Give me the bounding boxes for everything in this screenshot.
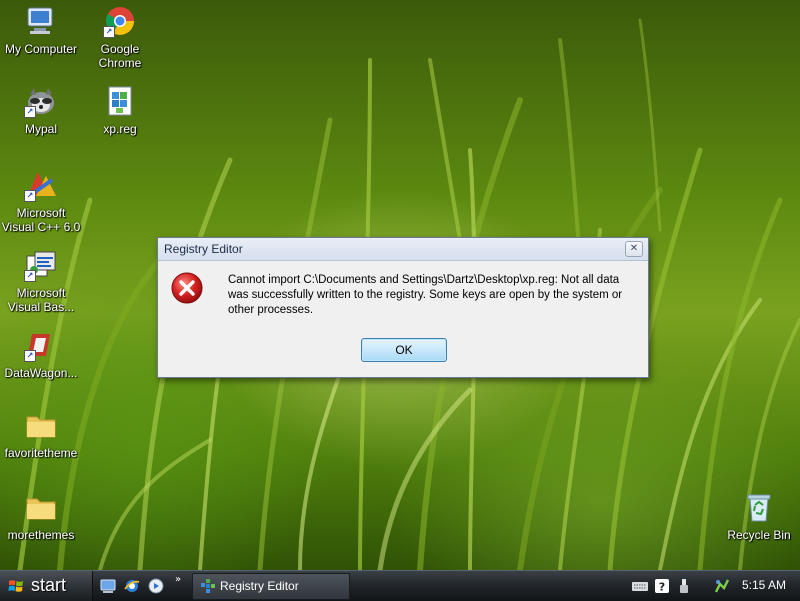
start-label: start [31,575,67,595]
desktop-icon-label: DataWagon... [4,366,78,380]
chrome-icon: ↗ [103,4,137,38]
desktop-icon-label: Microsoft Visual C++ 6.0 [1,206,81,234]
close-button[interactable]: ✕ [625,241,643,257]
network-icon[interactable] [714,578,730,594]
shortcut-arrow-icon: ↗ [24,190,36,202]
desktop-icon-label: Google Chrome [98,42,142,70]
error-icon [171,272,203,304]
start-button[interactable]: start [0,571,93,601]
visual-basic-icon: ↗ [24,248,58,282]
error-message: Cannot import C:\Documents and Settings\… [228,274,623,316]
keyboard-icon[interactable] [632,578,648,594]
desktop-icon-xp-reg[interactable]: xp.reg [79,84,161,136]
media-player-icon[interactable] [148,578,164,594]
dialog-title: Registry Editor [164,242,243,256]
desktop-icon-label: Microsoft Visual Bas... [7,286,75,314]
ok-button[interactable]: OK [361,338,447,362]
visual-cpp-icon: ↗ [24,168,58,202]
folder-icon [24,408,58,442]
desktop-icon-visual-basic[interactable]: ↗ Microsoft Visual Bas... [0,248,82,314]
mypal-icon: ↗ [24,84,58,118]
desktop-icon-label: morethemes [7,528,75,542]
folder-icon [24,490,58,524]
shortcut-arrow-icon: ↗ [24,350,36,362]
shortcut-arrow-icon: ↗ [24,270,36,282]
desktop-icon-mypal[interactable]: ↗ Mypal [0,84,82,136]
desktop[interactable]: My Computer ↗ Google Chrome ↗ Mypal xp.r… [0,0,800,570]
close-icon: ✕ [629,243,639,254]
svg-text:?: ? [659,581,665,594]
desktop-icon-visual-cpp[interactable]: ↗ Microsoft Visual C++ 6.0 [0,168,82,234]
desktop-icon-label: Mypal [24,122,57,136]
desktop-icon-datawagon[interactable]: ↗ DataWagon... [0,328,82,380]
windows-logo-icon [8,580,23,592]
registry-file-icon [103,84,137,118]
help-icon[interactable]: ? [654,578,670,594]
taskbar-item-label: Registry Editor [220,579,299,593]
shortcut-arrow-icon: ↗ [103,26,115,38]
desktop-icon-google-chrome[interactable]: ↗ Google Chrome [79,4,161,70]
desktop-icon-my-computer[interactable]: My Computer [0,4,82,56]
registry-editor-icon [201,579,215,593]
desktop-icon-label: Recycle Bin [727,528,791,542]
my-computer-icon [24,4,58,38]
taskbar-item-registry-editor[interactable]: Registry Editor [192,573,350,600]
desktop-icon-favoritetheme[interactable]: favoritetheme [0,408,82,460]
desktop-icon-morethemes[interactable]: morethemes [0,490,82,542]
desktop-icon-label: My Computer [4,42,78,56]
registry-editor-dialog: Registry Editor ✕ Cannot import C:\Docum… [157,237,649,378]
desktop-icon-recycle-bin[interactable]: Recycle Bin [718,490,800,542]
recycle-bin-icon [742,490,776,524]
quick-launch-more-icon[interactable]: » [175,574,181,585]
internet-explorer-icon[interactable] [124,578,140,594]
taskbar: start » Registry Editor ? 5:15 AM [0,570,800,601]
show-desktop-icon[interactable] [100,578,116,594]
dialog-content: Cannot import C:\Documents and Settings\… [158,261,648,377]
clock[interactable]: 5:15 AM [742,578,786,592]
system-tray: ? 5:15 AM [626,571,800,601]
datawagon-icon: ↗ [24,328,58,362]
dialog-titlebar[interactable]: Registry Editor ✕ [158,238,648,261]
desktop-icon-label: favoritetheme [4,446,78,460]
usb-icon[interactable] [676,578,692,594]
shortcut-arrow-icon: ↗ [24,106,36,118]
desktop-icon-label: xp.reg [103,122,137,136]
